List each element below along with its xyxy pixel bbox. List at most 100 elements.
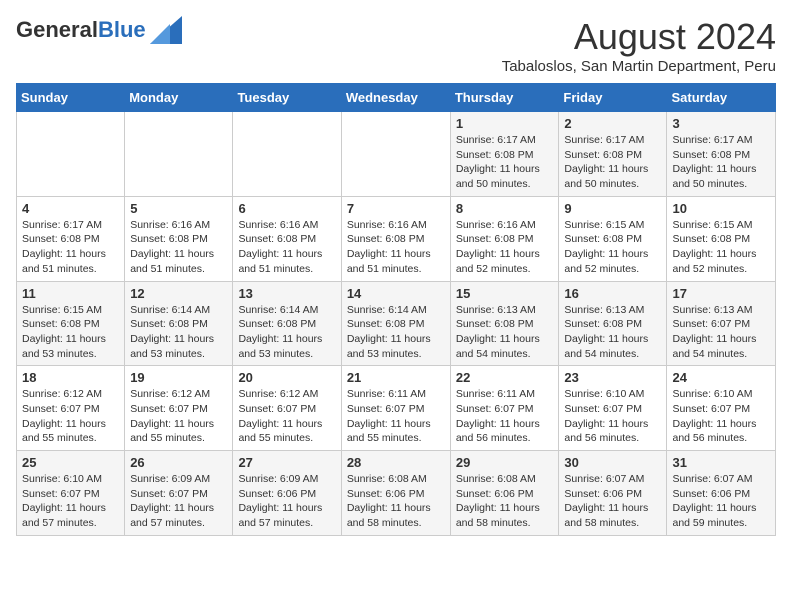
- logo-icon: [150, 16, 182, 44]
- day-info: Sunrise: 6:17 AMSunset: 6:08 PMDaylight:…: [564, 133, 661, 192]
- day-info: Sunrise: 6:12 AMSunset: 6:07 PMDaylight:…: [130, 387, 227, 446]
- day-cell: 1 Sunrise: 6:17 AMSunset: 6:08 PMDaylight…: [450, 112, 559, 197]
- day-number: 28: [347, 455, 445, 470]
- day-cell: 10 Sunrise: 6:15 AMSunset: 6:08 PMDayligh…: [667, 196, 776, 281]
- day-info: Sunrise: 6:07 AMSunset: 6:06 PMDaylight:…: [672, 472, 770, 531]
- day-info: Sunrise: 6:14 AMSunset: 6:08 PMDaylight:…: [347, 303, 445, 362]
- day-info: Sunrise: 6:12 AMSunset: 6:07 PMDaylight:…: [22, 387, 119, 446]
- column-header-monday: Monday: [125, 84, 233, 112]
- day-cell: 8Sunrise: 6:16 AMSunset: 6:08 PMDaylight…: [450, 196, 559, 281]
- day-cell: 26 Sunrise: 6:09 AMSunset: 6:07 PMDayligh…: [125, 451, 233, 536]
- day-cell: [17, 112, 125, 197]
- column-header-thursday: Thursday: [450, 84, 559, 112]
- column-header-wednesday: Wednesday: [341, 84, 450, 112]
- day-cell: 27 Sunrise: 6:09 AMSunset: 6:06 PMDayligh…: [233, 451, 341, 536]
- logo-general: General: [16, 17, 98, 42]
- day-info: Sunrise: 6:14 AMSunset: 6:08 PMDaylight:…: [238, 303, 335, 362]
- day-cell: 30Sunrise: 6:07 AMSunset: 6:06 PMDayligh…: [559, 451, 667, 536]
- day-number: 15: [456, 286, 554, 301]
- day-cell: 7 Sunrise: 6:16 AMSunset: 6:08 PMDaylight…: [341, 196, 450, 281]
- column-header-saturday: Saturday: [667, 84, 776, 112]
- day-info: Sunrise: 6:16 AMSunset: 6:08 PMDaylight:…: [347, 218, 445, 277]
- day-cell: 17 Sunrise: 6:13 AMSunset: 6:07 PMDayligh…: [667, 281, 776, 366]
- day-cell: 20Sunrise: 6:12 AMSunset: 6:07 PMDayligh…: [233, 366, 341, 451]
- logo-blue: Blue: [98, 17, 146, 42]
- day-cell: 9 Sunrise: 6:15 AMSunset: 6:08 PMDaylight…: [559, 196, 667, 281]
- day-cell: 5Sunrise: 6:16 AMSunset: 6:08 PMDaylight…: [125, 196, 233, 281]
- day-number: 2: [564, 116, 661, 131]
- day-info: Sunrise: 6:15 AMSunset: 6:08 PMDaylight:…: [564, 218, 661, 277]
- day-info: Sunrise: 6:17 AMSunset: 6:08 PMDaylight:…: [672, 133, 770, 192]
- day-cell: [233, 112, 341, 197]
- week-row-1: 1 Sunrise: 6:17 AMSunset: 6:08 PMDaylight…: [17, 112, 776, 197]
- calendar-header-row: SundayMondayTuesdayWednesdayThursdayFrid…: [17, 84, 776, 112]
- day-number: 9: [564, 201, 661, 216]
- day-number: 30: [564, 455, 661, 470]
- day-number: 10: [672, 201, 770, 216]
- day-cell: 21 Sunrise: 6:11 AMSunset: 6:07 PMDayligh…: [341, 366, 450, 451]
- day-info: Sunrise: 6:16 AMSunset: 6:08 PMDaylight:…: [238, 218, 335, 277]
- day-info: Sunrise: 6:08 AMSunset: 6:06 PMDaylight:…: [347, 472, 445, 531]
- day-info: Sunrise: 6:10 AMSunset: 6:07 PMDaylight:…: [672, 387, 770, 446]
- day-cell: [125, 112, 233, 197]
- day-cell: 18 Sunrise: 6:12 AMSunset: 6:07 PMDayligh…: [17, 366, 125, 451]
- day-number: 16: [564, 286, 661, 301]
- day-number: 24: [672, 370, 770, 385]
- day-cell: 19 Sunrise: 6:12 AMSunset: 6:07 PMDayligh…: [125, 366, 233, 451]
- day-info: Sunrise: 6:10 AMSunset: 6:07 PMDaylight:…: [564, 387, 661, 446]
- day-number: 17: [672, 286, 770, 301]
- day-info: Sunrise: 6:16 AMSunset: 6:08 PMDaylight:…: [456, 218, 554, 277]
- day-number: 21: [347, 370, 445, 385]
- day-cell: 11 Sunrise: 6:15 AMSunset: 6:08 PMDayligh…: [17, 281, 125, 366]
- day-cell: 14 Sunrise: 6:14 AMSunset: 6:08 PMDayligh…: [341, 281, 450, 366]
- day-cell: 28 Sunrise: 6:08 AMSunset: 6:06 PMDayligh…: [341, 451, 450, 536]
- day-info: Sunrise: 6:15 AMSunset: 6:08 PMDaylight:…: [22, 303, 119, 362]
- day-cell: 15 Sunrise: 6:13 AMSunset: 6:08 PMDayligh…: [450, 281, 559, 366]
- day-number: 11: [22, 286, 119, 301]
- day-info: Sunrise: 6:13 AMSunset: 6:08 PMDaylight:…: [456, 303, 554, 362]
- day-number: 22: [456, 370, 554, 385]
- logo: GeneralBlue: [16, 16, 182, 44]
- column-header-friday: Friday: [559, 84, 667, 112]
- day-cell: 16 Sunrise: 6:13 AMSunset: 6:08 PMDayligh…: [559, 281, 667, 366]
- week-row-3: 11 Sunrise: 6:15 AMSunset: 6:08 PMDayligh…: [17, 281, 776, 366]
- day-number: 7: [347, 201, 445, 216]
- day-number: 23: [564, 370, 661, 385]
- day-number: 6: [238, 201, 335, 216]
- page-header: GeneralBlue August 2024 Tabaloslos, San …: [16, 16, 776, 75]
- day-number: 25: [22, 455, 119, 470]
- day-info: Sunrise: 6:11 AMSunset: 6:07 PMDaylight:…: [456, 387, 554, 446]
- day-number: 5: [130, 201, 227, 216]
- day-number: 18: [22, 370, 119, 385]
- day-info: Sunrise: 6:12 AMSunset: 6:07 PMDaylight:…: [238, 387, 335, 446]
- day-number: 26: [130, 455, 227, 470]
- day-info: Sunrise: 6:14 AMSunset: 6:08 PMDaylight:…: [130, 303, 227, 362]
- day-info: Sunrise: 6:13 AMSunset: 6:07 PMDaylight:…: [672, 303, 770, 362]
- day-number: 31: [672, 455, 770, 470]
- day-cell: 4Sunrise: 6:17 AMSunset: 6:08 PMDaylight…: [17, 196, 125, 281]
- title-block: August 2024 Tabaloslos, San Martin Depar…: [502, 16, 776, 75]
- day-info: Sunrise: 6:09 AMSunset: 6:07 PMDaylight:…: [130, 472, 227, 531]
- day-cell: 2 Sunrise: 6:17 AMSunset: 6:08 PMDaylight…: [559, 112, 667, 197]
- day-number: 1: [456, 116, 554, 131]
- day-number: 19: [130, 370, 227, 385]
- day-info: Sunrise: 6:13 AMSunset: 6:08 PMDaylight:…: [564, 303, 661, 362]
- day-info: Sunrise: 6:15 AMSunset: 6:08 PMDaylight:…: [672, 218, 770, 277]
- day-cell: 6 Sunrise: 6:16 AMSunset: 6:08 PMDaylight…: [233, 196, 341, 281]
- day-info: Sunrise: 6:17 AMSunset: 6:08 PMDaylight:…: [456, 133, 554, 192]
- week-row-5: 25 Sunrise: 6:10 AMSunset: 6:07 PMDayligh…: [17, 451, 776, 536]
- day-info: Sunrise: 6:09 AMSunset: 6:06 PMDaylight:…: [238, 472, 335, 531]
- day-cell: 13 Sunrise: 6:14 AMSunset: 6:08 PMDayligh…: [233, 281, 341, 366]
- day-info: Sunrise: 6:10 AMSunset: 6:07 PMDaylight:…: [22, 472, 119, 531]
- day-number: 14: [347, 286, 445, 301]
- day-number: 4: [22, 201, 119, 216]
- day-cell: 25 Sunrise: 6:10 AMSunset: 6:07 PMDayligh…: [17, 451, 125, 536]
- week-row-2: 4Sunrise: 6:17 AMSunset: 6:08 PMDaylight…: [17, 196, 776, 281]
- day-cell: 12Sunrise: 6:14 AMSunset: 6:08 PMDayligh…: [125, 281, 233, 366]
- day-number: 13: [238, 286, 335, 301]
- day-info: Sunrise: 6:11 AMSunset: 6:07 PMDaylight:…: [347, 387, 445, 446]
- week-row-4: 18 Sunrise: 6:12 AMSunset: 6:07 PMDayligh…: [17, 366, 776, 451]
- column-header-sunday: Sunday: [17, 84, 125, 112]
- day-cell: 31 Sunrise: 6:07 AMSunset: 6:06 PMDayligh…: [667, 451, 776, 536]
- day-number: 27: [238, 455, 335, 470]
